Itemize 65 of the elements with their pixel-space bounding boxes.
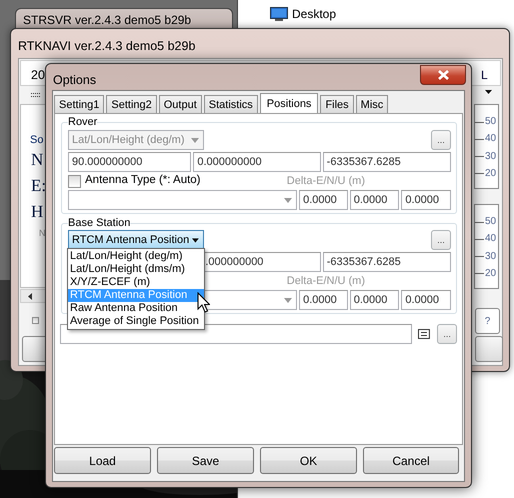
- folder-item[interactable]: Desktop: [292, 5, 336, 23]
- browse-button[interactable]: ...: [431, 230, 451, 250]
- coordinate-field[interactable]: 90.000000000: [68, 152, 192, 172]
- coordinate-field[interactable]: 0.000000000: [193, 152, 321, 172]
- offset-field[interactable]: 0.0000: [350, 290, 400, 310]
- axis-tick-label: 50: [485, 117, 496, 127]
- axis-tick-label: 20: [485, 268, 496, 279]
- checkbox[interactable]: [32, 317, 39, 324]
- status-text: 20: [31, 67, 45, 84]
- caret-icon: [284, 198, 292, 202]
- desktop-icon: [270, 7, 288, 21]
- axis-tick-label: 30: [485, 152, 496, 162]
- offset-field[interactable]: 0.0000: [299, 190, 348, 210]
- axis-tick-label: 30: [485, 252, 496, 262]
- status-text: L: [481, 67, 488, 84]
- browse-button[interactable]: ...: [431, 130, 451, 150]
- tab[interactable]: Setting2: [106, 95, 157, 113]
- field-label: Delta-E/N/U (m): [286, 274, 365, 289]
- dropdown-option[interactable]: Average of Single Position: [68, 315, 204, 328]
- list-icon[interactable]: [418, 329, 430, 339]
- tab[interactable]: Positions: [260, 93, 318, 114]
- coordinate-field[interactable]: -6335367.6285: [322, 252, 452, 272]
- caret-icon[interactable]: [485, 90, 492, 94]
- solution-label: So: [30, 133, 44, 148]
- dropdown[interactable]: RTCM Antenna Position: [68, 230, 204, 250]
- group-label: Rover: [68, 116, 98, 128]
- tab[interactable]: Misc: [356, 95, 388, 113]
- dialog-button[interactable]: Save: [157, 447, 254, 474]
- coordinate-field[interactable]: -6335367.6285: [322, 152, 451, 172]
- checkbox-label: Antenna Type (*: Auto): [85, 173, 201, 188]
- dialog-button[interactable]: OK: [260, 447, 357, 474]
- dialog-title: Options: [53, 72, 96, 89]
- checkbox[interactable]: [68, 174, 81, 188]
- caret-icon: [191, 138, 199, 142]
- close-icon: [438, 70, 448, 80]
- axis-tick-label: 20: [485, 168, 496, 179]
- coordinate-label: N: [31, 150, 44, 170]
- axis-tick-label: 40: [485, 134, 496, 144]
- offset-field[interactable]: 0.0000: [401, 190, 451, 210]
- coordinate-label: H: [31, 202, 44, 222]
- offset-field[interactable]: 0.0000: [401, 290, 451, 310]
- scroll-left-icon[interactable]: [28, 293, 32, 300]
- field-label: Delta-E/N/U (m): [286, 174, 365, 189]
- window-title: STRSVR ver.2.4.3 demo5 b29b: [23, 13, 192, 27]
- offset-field[interactable]: 0.0000: [350, 190, 400, 210]
- offset-field[interactable]: 0.0000: [299, 290, 348, 310]
- coordinate-label: E:: [31, 176, 46, 196]
- axis-tick-label: 40: [485, 234, 496, 244]
- dialog-button[interactable]: Cancel: [363, 447, 459, 474]
- close-button[interactable]: [420, 65, 466, 85]
- window-title: RTKNAVI ver.2.4.3 demo5 b29b: [18, 38, 196, 55]
- dialog-button[interactable]: Load: [54, 447, 151, 474]
- help-button[interactable]: ?: [475, 308, 500, 334]
- tab[interactable]: Setting1: [54, 95, 104, 113]
- browse-button[interactable]: ...: [437, 324, 457, 344]
- caret-icon: [192, 238, 199, 242]
- tab[interactable]: Statistics: [204, 95, 258, 113]
- group-label: Base Station: [68, 217, 130, 229]
- tab[interactable]: Files: [320, 95, 354, 113]
- button[interactable]: [475, 336, 503, 362]
- axis-tick-label: 50: [485, 217, 496, 227]
- coordinate-label: N: [39, 227, 46, 240]
- dropdown-option[interactable]: X/Y/Z-ECEF (m): [68, 276, 204, 289]
- caret-icon: [284, 298, 292, 302]
- tab[interactable]: Output: [158, 95, 202, 113]
